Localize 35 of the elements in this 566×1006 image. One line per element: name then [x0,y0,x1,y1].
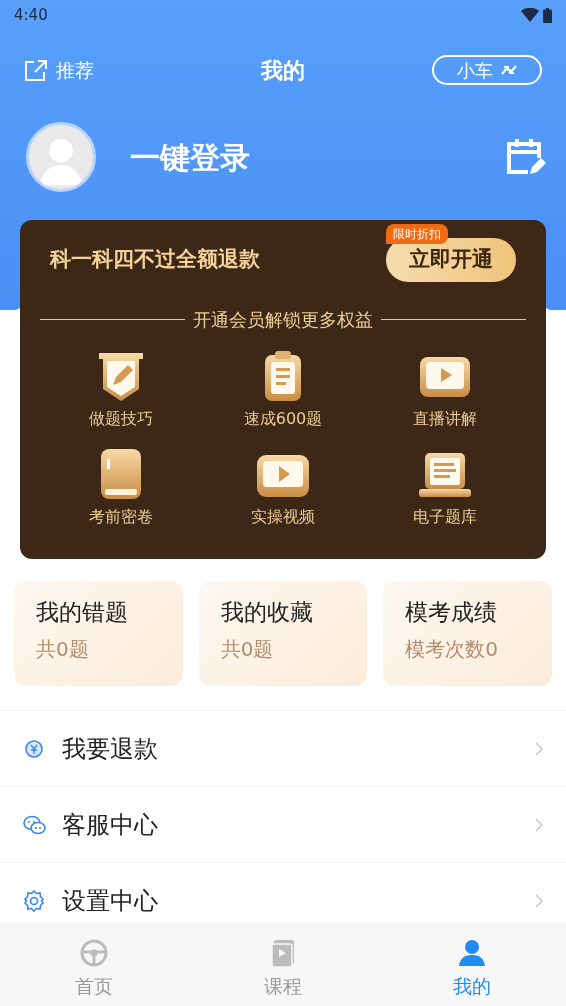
stat-title: 我的错题 [36,598,129,627]
vip-subtitle: 开通会员解锁更多权益 [193,308,373,332]
menu-item[interactable]: 我要退款 [0,710,566,786]
menu-item[interactable]: 客服中心 [0,786,566,862]
share-icon [24,59,48,81]
steering-wheel-icon [79,937,110,968]
status-time: 4:40 [14,4,48,26]
refund-promise: 科一科四不过全额退款 [50,246,260,274]
menu-label: 客服中心 [62,809,159,841]
discount-badge: 限时折扣 [386,224,448,244]
benefit-label[interactable]: 电子题库 [412,505,477,529]
benefit-label[interactable]: 实操视频 [250,505,315,529]
benefit-label[interactable]: 直播讲解 [412,407,477,431]
stat-title: 模考成绩 [405,598,499,627]
benefit-label[interactable]: 考前密卷 [89,505,153,529]
stat-value: 共0题 [36,635,90,663]
stat-card[interactable]: 我的错题 共0题 [14,581,183,686]
benefit-label[interactable]: 速成600题 [243,407,323,431]
menu-label: 我要退款 [62,733,159,765]
menu-label: 设置中心 [62,885,159,917]
stat-card[interactable]: 我的收藏 共0题 [198,581,368,686]
settings-icon [22,888,46,913]
stat-value: 模考次数0 [405,635,500,663]
page-title: 我的 [261,56,305,85]
chevron-right-icon [534,816,544,833]
chevron-right-icon [534,740,544,757]
chevron-right-icon [534,892,544,909]
person-icon [456,937,487,968]
stat-value: 共0题 [220,635,275,663]
stat-card[interactable]: 模考成绩 模考次数0 [383,581,552,686]
stat-title: 我的收藏 [220,598,314,627]
battery-icon [543,7,552,23]
benefit-label[interactable]: 做题技巧 [89,407,153,431]
wifi-icon [521,8,539,22]
swap-icon [501,64,517,76]
